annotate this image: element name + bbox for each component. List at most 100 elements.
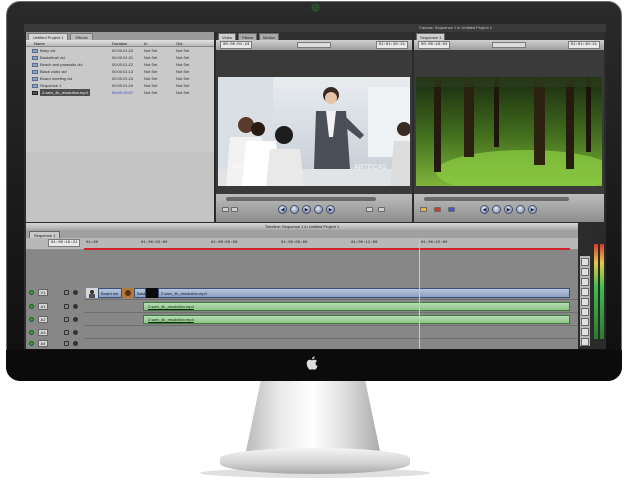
timeline-tracks[interactable]: V1 Board me Bask 2.sam_4k_resolution.mp4… [26,250,578,349]
audio-meters [592,224,606,349]
list-item[interactable]: Beach and parasails vid 00:00:01:22 Not … [26,61,214,68]
eye-icon[interactable] [73,290,78,295]
track-audible-toggle[interactable] [29,304,34,309]
tab-project[interactable]: Untitled Project 1 [28,33,69,40]
track-label[interactable]: A2 [38,316,48,323]
track-visibility-toggle[interactable] [29,290,34,295]
track-label[interactable]: A1 [38,303,48,310]
marker-button[interactable] [378,207,385,212]
audio-meter-right [600,244,604,339]
viewer-scrubber[interactable] [226,197,376,201]
track-audible-toggle[interactable] [29,330,34,335]
track-label[interactable]: A4 [38,340,48,347]
video-clip[interactable]: 2.sam_4k_resolution.mp4 [158,288,570,298]
replace-button[interactable] [448,207,455,212]
viewer-duration-timecode[interactable]: 00:00:01:24 [220,41,253,49]
list-item-selected[interactable]: 2.sam_4k_resolution.mp4 00:00:19:07 Not … [26,89,214,96]
column-in[interactable]: In [144,40,176,46]
eye-icon[interactable] [73,341,78,346]
mark-out-button[interactable] [231,207,238,212]
canvas-scrubber[interactable] [424,197,569,201]
canvas-current-timecode[interactable]: 01:01:40:21 [567,41,600,49]
play-around-button[interactable] [314,205,323,214]
column-out[interactable]: Out [176,40,206,46]
video-clip[interactable]: Board me [98,288,122,298]
canvas-next-edit-button[interactable]: ▶ [528,205,537,214]
item-in: Not Set [144,69,158,74]
tab-motion[interactable]: Motion [259,33,280,40]
mark-in-button[interactable] [222,207,229,212]
play-in-out-button[interactable] [290,205,299,214]
tab-sequence-1[interactable]: Sequence 1 [416,33,446,40]
lock-icon[interactable] [64,317,69,322]
canvas-video-frame[interactable] [416,77,602,186]
canvas-duration-timecode[interactable]: 00:00:43:03 [418,41,451,49]
clip-thumbnail [122,288,134,298]
eye-icon[interactable] [73,304,78,309]
bin-icon [32,76,38,81]
crop-tool-icon[interactable] [581,328,589,336]
lock-icon[interactable] [64,330,69,335]
bin-icon [32,69,38,74]
column-duration[interactable]: Duration [112,40,144,46]
list-item[interactable]: Basketball vid 00:00:01:31 Not Set Not S… [26,54,214,61]
canvas-prev-edit-button[interactable]: ◀ [480,205,489,214]
track-label[interactable]: V1 [38,289,48,296]
canvas-zoom-select[interactable] [492,42,526,48]
playhead[interactable] [419,239,420,349]
viewer-zoom-select[interactable] [297,42,331,48]
column-name[interactable]: Name [26,40,112,46]
tab-video[interactable]: Video [218,33,237,40]
item-out: Not Set [176,76,190,81]
zoom-tool-icon[interactable] [581,318,589,326]
item-in: Not Set [144,48,158,53]
prev-edit-button[interactable]: ◀ [278,205,287,214]
eye-icon[interactable] [73,317,78,322]
tab-filters[interactable]: Filters [238,33,258,40]
track-label[interactable]: A3 [38,329,48,336]
camera-icon [313,5,318,10]
tab-effects[interactable]: Effects [70,33,93,40]
item-out: Not Set [176,48,190,53]
match-frame-button[interactable] [366,207,373,212]
item-name: Basketball vid [40,55,65,60]
lock-icon[interactable] [64,341,69,346]
audio-clip[interactable]: 2.sam_4k_resolution.mp4 [143,302,570,311]
pen-tool-icon[interactable] [581,338,589,346]
canvas-play-icon[interactable]: ▶ [504,205,513,214]
canvas-play-in-out-button[interactable] [492,205,501,214]
roll-tool-icon[interactable] [581,288,589,296]
audio-clip[interactable]: 2.sam_4k_resolution.mp4 [143,315,570,324]
list-item[interactable]: Black clubs vid 00:00:01:13 Not Set Not … [26,68,214,75]
viewer-video-frame[interactable]: ARTECAS ARTECAS [218,77,410,186]
track-audible-toggle[interactable] [29,341,34,346]
canvas-play-around-button[interactable] [516,205,525,214]
clip-icon [32,90,38,95]
play-icon[interactable]: ▶ [302,205,311,214]
viewer-transport: ◀ ▶ ▶ [216,194,412,222]
edit-selection-tool-icon[interactable] [581,268,589,276]
overwrite-button[interactable] [434,207,441,212]
eye-icon[interactable] [73,330,78,335]
next-edit-button[interactable]: ▶ [326,205,335,214]
track-select-tool-icon[interactable] [581,278,589,286]
tab-sequence[interactable]: Sequence 1 [29,231,61,238]
timeline-timecode[interactable]: 01:00:19:21 [48,239,81,247]
lock-icon[interactable] [64,304,69,309]
selection-tool-icon[interactable] [581,258,589,266]
list-item[interactable]: Sequence 1 00:00:01:24 Not Set Not Set [26,82,214,89]
monitor-base [220,448,410,474]
lock-icon[interactable] [64,290,69,295]
track-divider [84,312,578,313]
insert-button[interactable] [420,207,427,212]
item-out: Not Set [176,55,190,60]
apple-logo-icon [306,356,318,374]
slip-tool-icon[interactable] [581,298,589,306]
viewer-current-timecode[interactable]: 01:01:30:21 [375,41,408,49]
list-item[interactable]: Board meeting vid 00:00:01:24 Not Set No… [26,75,214,82]
video-clip[interactable]: Bask [134,288,146,298]
razor-tool-icon[interactable] [581,308,589,316]
track-audible-toggle[interactable] [29,317,34,322]
list-item[interactable]: Baby vid 00:00:01:24 Not Set Not Set [26,47,214,54]
browser-empty-area[interactable] [26,152,214,222]
